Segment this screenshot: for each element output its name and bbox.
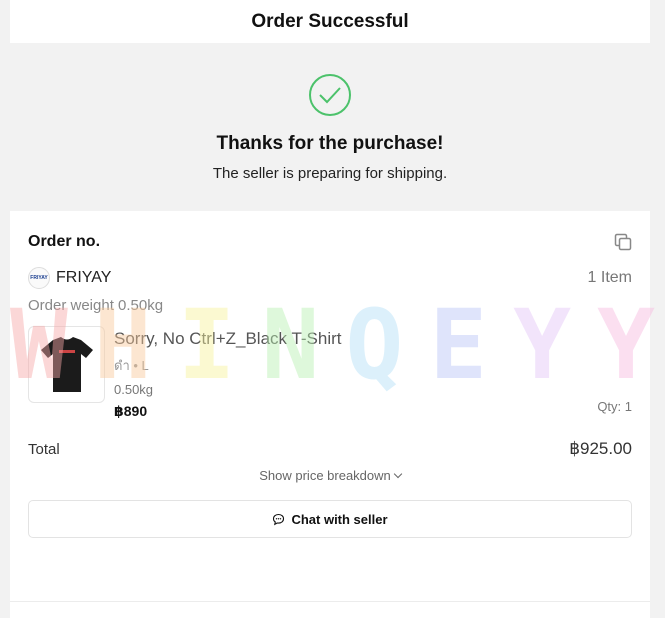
product-item[interactable]: Sorry, No Ctrl+Z_Black T-Shirt ดำ • L 0.… <box>28 326 632 422</box>
product-qty: Qty: 1 <box>597 399 632 414</box>
page-header: Order Successful <box>10 0 650 43</box>
price-breakdown-toggle[interactable]: Show price breakdown <box>28 468 632 483</box>
page-title: Order Successful <box>251 10 409 32</box>
order-weight: Order weight 0.50kg <box>28 297 164 314</box>
shop-link[interactable]: FRIYAY FRIYAY <box>28 267 111 289</box>
order-success-page: Order Successful Thanks for the purchase… <box>10 0 650 618</box>
product-weight: 0.50kg <box>114 382 154 397</box>
total-row: Total ฿925.00 <box>28 434 632 464</box>
success-subtext: The seller is preparing for shipping. <box>212 165 448 182</box>
success-banner: Thanks for the purchase! The seller is p… <box>10 43 650 211</box>
shop-name: FRIYAY <box>56 269 112 286</box>
success-headline: Thanks for the purchase! <box>216 133 444 154</box>
bottom-section <box>10 601 650 618</box>
shop-row: FRIYAY FRIYAY 1 Item <box>28 263 632 293</box>
total-label: Total <box>28 440 60 458</box>
shop-logo: FRIYAY <box>28 267 50 289</box>
tshirt-image <box>40 336 93 392</box>
item-count: 1 Item <box>587 269 632 286</box>
order-card: Order no. FRIYAY FRIYAY 1 Item Order wei… <box>10 211 650 601</box>
check-circle-icon <box>309 74 351 116</box>
chevron-down-icon <box>393 469 403 479</box>
price-breakdown-label: Show price breakdown <box>259 468 391 483</box>
chat-button-label: Chat with seller <box>291 511 388 527</box>
product-price: ฿890 <box>114 403 148 419</box>
total-value: ฿925.00 <box>569 439 632 458</box>
product-thumbnail <box>28 326 105 403</box>
product-info: Sorry, No Ctrl+Z_Black T-Shirt ดำ • L 0.… <box>114 326 342 422</box>
copy-icon[interactable] <box>614 233 632 251</box>
product-variant: ดำ • L <box>114 358 149 373</box>
chat-with-seller-button[interactable]: Chat with seller <box>28 500 632 538</box>
product-name: Sorry, No Ctrl+Z_Black T-Shirt <box>114 329 342 348</box>
chat-bubble-icon <box>273 513 285 525</box>
order-number-label: Order no. <box>28 233 101 250</box>
